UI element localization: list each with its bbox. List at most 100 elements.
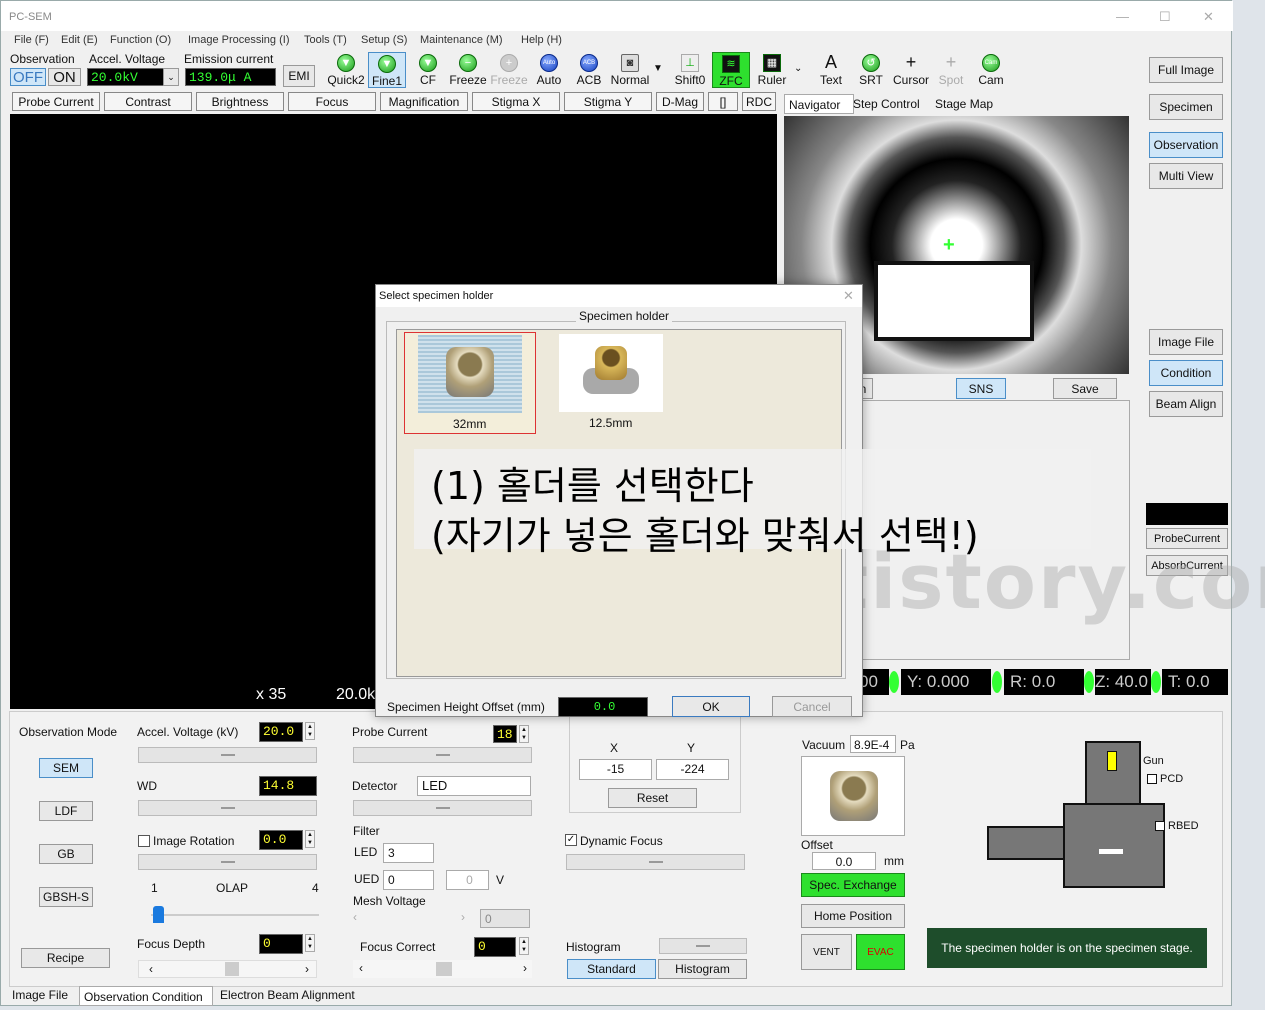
mode-gb-button[interactable]: GB (39, 844, 93, 864)
chevron-right-icon[interactable]: › (461, 910, 465, 924)
chevron-right-icon[interactable]: › (305, 962, 309, 976)
focus-depth-scrollbar[interactable]: ‹ › (138, 960, 317, 978)
focus-correct-scrollbar[interactable]: ‹ › (353, 960, 532, 978)
tab-image-file[interactable]: Image File (12, 988, 68, 1002)
tab-stigma-x[interactable]: Stigma X (472, 92, 560, 111)
image-rotation-checkbox[interactable] (138, 835, 150, 847)
spin-icon[interactable]: ▲ ▼ (519, 725, 529, 743)
height-offset-field[interactable]: 0.0 (558, 697, 648, 717)
maximize-icon[interactable]: ☐ (1159, 9, 1171, 25)
recipe-button[interactable]: Recipe (21, 948, 110, 968)
text-button[interactable]: A Text (812, 52, 850, 88)
chevron-down-icon[interactable]: ⌄ (794, 63, 802, 74)
menu-setup[interactable]: Setup (S) (361, 34, 407, 46)
spin-icon[interactable]: ▲ ▼ (519, 937, 529, 955)
auto-button[interactable]: Auto Auto (530, 52, 568, 88)
observation-button[interactable]: Observation (1149, 132, 1223, 158)
accel-kv-field[interactable]: 20.0 (259, 722, 303, 742)
multi-view-button[interactable]: Multi View (1149, 163, 1223, 189)
emi-button[interactable]: EMI (283, 65, 315, 87)
specimen-button[interactable]: Specimen (1149, 94, 1223, 120)
ok-button[interactable]: OK (672, 696, 750, 717)
observation-on-button[interactable]: ON (48, 68, 81, 86)
tab-step-control[interactable]: Step Control (853, 97, 920, 111)
dynamic-focus-checkbox[interactable]: ✓ (565, 834, 577, 846)
image-rotation-field[interactable]: 0.0 (259, 830, 303, 850)
stigma-y-field[interactable]: -224 (656, 759, 729, 780)
holder-item-32mm[interactable]: 32mm (404, 332, 536, 434)
pcd-checkbox[interactable] (1147, 774, 1157, 784)
tab-focus[interactable]: Focus (288, 92, 376, 111)
condition-button[interactable]: Condition (1149, 360, 1223, 386)
menu-edit[interactable]: Edit (E) (61, 34, 98, 46)
stigma-x-field[interactable]: -15 (579, 759, 652, 780)
tab-contrast[interactable]: Contrast (104, 92, 192, 111)
tab-navigator[interactable]: Navigator (784, 94, 854, 114)
observation-off-button[interactable]: OFF (10, 68, 46, 86)
tab-probe-current[interactable]: Probe Current (12, 92, 100, 111)
fine1-button[interactable]: ▼ Fine1 (368, 52, 406, 88)
menu-image-processing[interactable]: Image Processing (I) (188, 34, 289, 46)
chevron-right-icon[interactable]: › (523, 961, 527, 975)
mesh-voltage-field[interactable]: 0 (480, 909, 530, 928)
vent-button[interactable]: VENT (801, 934, 852, 970)
menu-function[interactable]: Function (O) (110, 34, 171, 46)
ued-voltage-field[interactable]: 0 (446, 870, 489, 890)
focus-correct-field[interactable]: 0 (474, 937, 516, 957)
tab-observation-condition[interactable]: Observation Condition (79, 986, 213, 1006)
tab-brightness[interactable]: Brightness (196, 92, 284, 111)
rbed-checkbox[interactable] (1155, 821, 1165, 831)
scroll-thumb[interactable] (225, 962, 239, 976)
menu-tools[interactable]: Tools (T) (304, 34, 347, 46)
tab-d-mag[interactable]: D-Mag (656, 92, 704, 111)
quick2-button[interactable]: ▼ Quick2 (327, 52, 365, 88)
dynamic-focus-slider[interactable] (566, 854, 745, 870)
menu-help[interactable]: Help (H) (521, 34, 562, 46)
chevron-down-icon[interactable]: ⌄ (163, 68, 179, 86)
histogram-slider[interactable] (659, 938, 747, 954)
holder-item-12-5mm[interactable]: 12.5mm (559, 332, 664, 434)
detector-slider[interactable] (353, 800, 532, 816)
tab-stigma-y[interactable]: Stigma Y (564, 92, 652, 111)
dialog-close-icon[interactable]: ✕ (843, 288, 854, 304)
chevron-left-icon[interactable]: ‹ (149, 962, 153, 976)
shift0-button[interactable]: ⊥ Shift0 (671, 52, 709, 88)
chevron-down-icon[interactable]: ▼ (653, 63, 663, 74)
tab-stage-map[interactable]: Stage Map (935, 97, 993, 111)
mesh-scrollbar[interactable]: ‹ › (353, 910, 473, 926)
probe-current-field[interactable]: 18 (493, 725, 517, 743)
focus-depth-field[interactable]: 0 (259, 934, 303, 954)
tab-rdc[interactable]: RDC (742, 92, 776, 111)
spin-icon[interactable]: ▲ ▼ (305, 830, 315, 848)
spin-icon[interactable]: ▲ ▼ (305, 722, 315, 740)
full-image-button[interactable]: Full Image (1149, 57, 1223, 83)
spin-icon[interactable]: ▲ ▼ (305, 934, 315, 952)
standard-button[interactable]: Standard (567, 959, 656, 979)
mode-gbsh-s-button[interactable]: GBSH-S (39, 887, 93, 907)
menu-maintenance[interactable]: Maintenance (M) (420, 34, 503, 46)
cancel-button[interactable]: Cancel (772, 696, 852, 717)
wd-slider[interactable] (138, 800, 317, 816)
freeze-disabled-button[interactable]: + Freeze (490, 52, 528, 88)
ruler-button[interactable]: ▦ Ruler (753, 52, 791, 88)
mode-ldf-button[interactable]: LDF (39, 801, 93, 821)
chevron-left-icon[interactable]: ‹ (353, 910, 357, 924)
tab-magnification[interactable]: Magnification (380, 92, 468, 111)
detector-select[interactable]: LED (417, 776, 531, 796)
menu-file[interactable]: File (F) (14, 34, 49, 46)
nav-save-button[interactable]: Save (1053, 378, 1117, 399)
tab-bracket[interactable]: [] (708, 92, 738, 111)
olap-slider-thumb[interactable] (153, 906, 164, 923)
rotation-slider[interactable] (138, 854, 317, 870)
histogram-button[interactable]: Histogram (658, 959, 747, 979)
stigma-reset-button[interactable]: Reset (608, 788, 697, 808)
close-icon[interactable]: ✕ (1203, 9, 1214, 25)
chevron-left-icon[interactable]: ‹ (359, 961, 363, 975)
offset-field[interactable]: 0.0 (812, 852, 876, 870)
sns-button[interactable]: SNS (956, 378, 1006, 399)
acb-button[interactable]: ACB ACB (570, 52, 608, 88)
normal-button[interactable]: ◙ Normal (609, 52, 651, 88)
minimize-icon[interactable]: — (1116, 9, 1129, 24)
probe-slider[interactable] (353, 747, 532, 763)
led-select[interactable]: 3 (383, 843, 434, 863)
